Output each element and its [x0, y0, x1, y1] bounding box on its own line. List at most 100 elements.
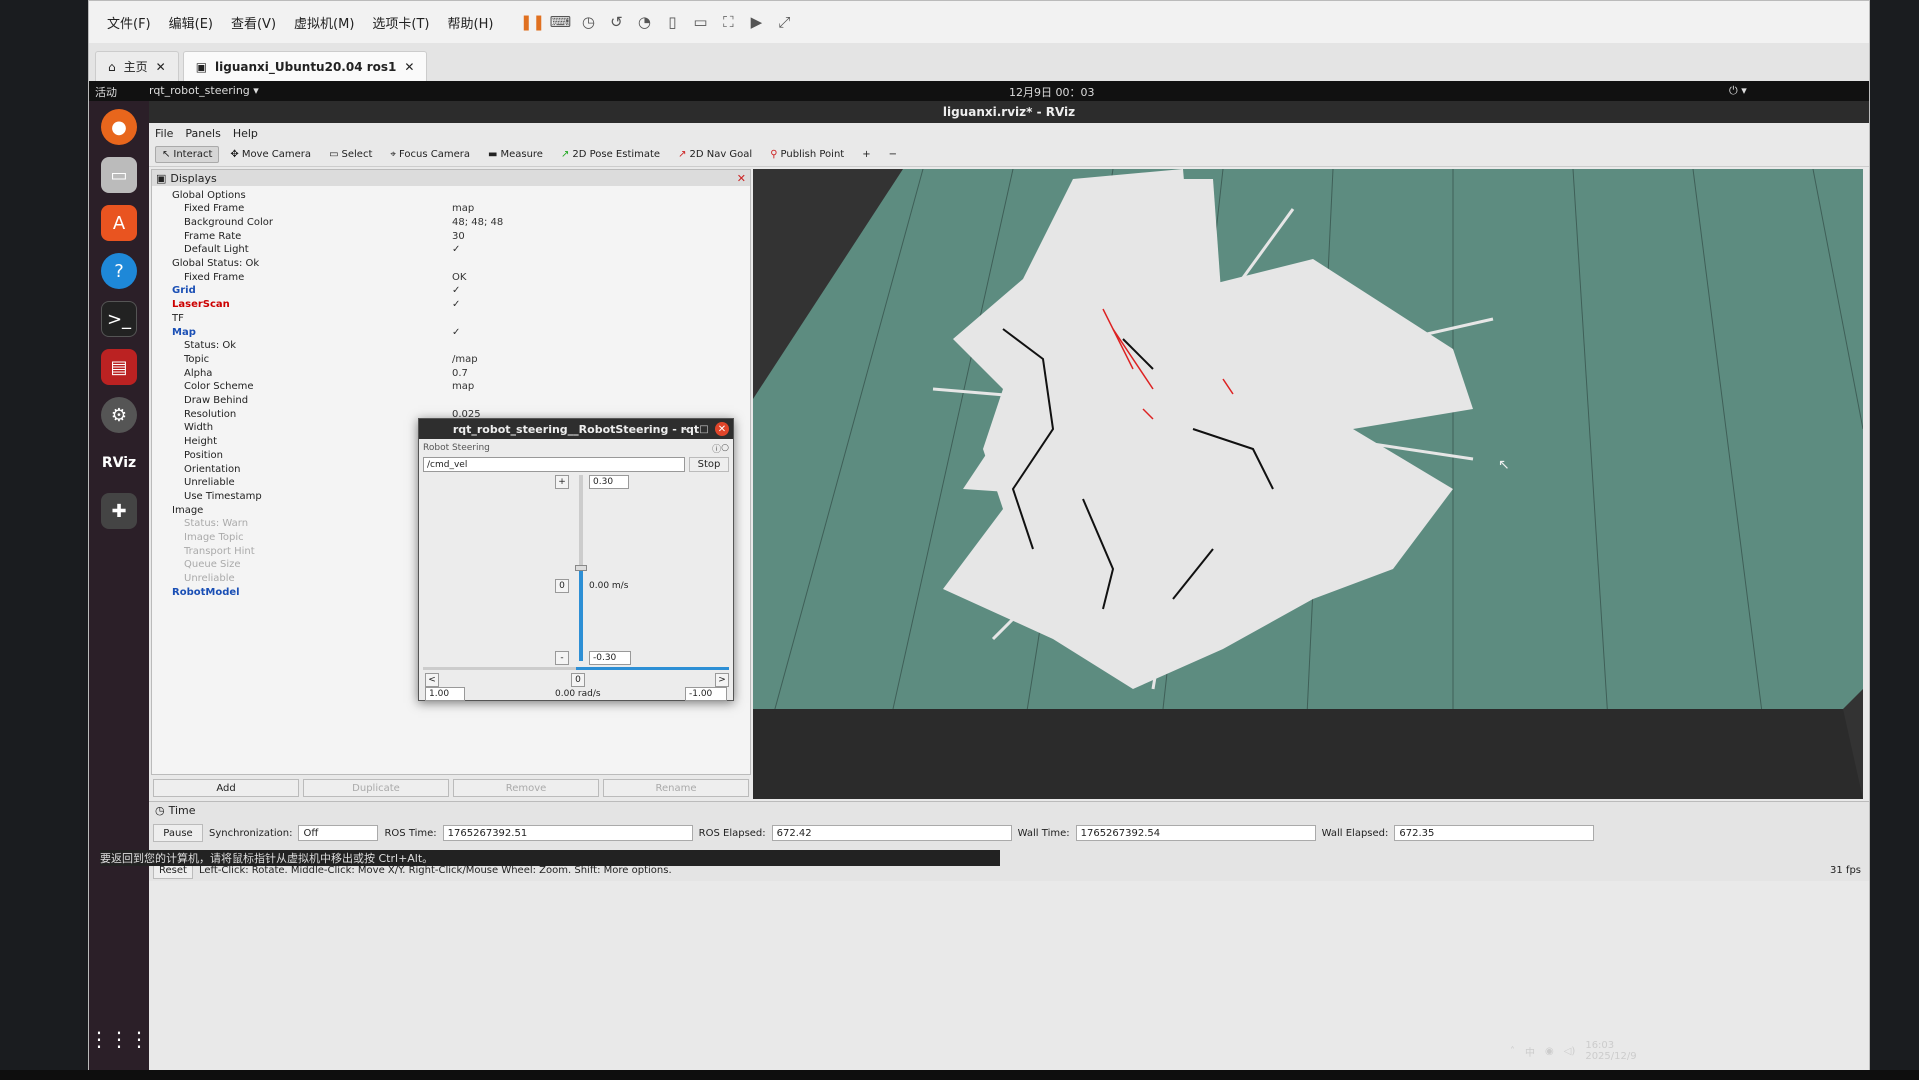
display-property-value[interactable]: ✓	[452, 285, 460, 296]
display-tree-row[interactable]: Background Color 48; 48; 48	[152, 215, 750, 229]
display-tree-row[interactable]: Default Light ✓	[152, 243, 750, 257]
display-tree-row[interactable]: LaserScan ✓	[152, 298, 750, 312]
close-icon[interactable]: ✕	[404, 60, 414, 74]
terminal-icon[interactable]: >_	[101, 301, 137, 337]
add-tool-button[interactable]: +	[855, 146, 877, 163]
tool-2d-pose-estimate[interactable]: ↗ 2D Pose Estimate	[554, 146, 667, 163]
display-tree-row[interactable]: Frame Rate 30	[152, 229, 750, 243]
vm-menu-vm[interactable]: 虚拟机(M)	[286, 11, 362, 34]
vm-menu-tabs[interactable]: 选项卡(T)	[364, 11, 437, 34]
3d-view[interactable]: ↖	[753, 169, 1863, 799]
software-icon[interactable]: A	[101, 205, 137, 241]
fullscreen-icon[interactable]: ⛶	[715, 9, 741, 35]
zero-angular-button[interactable]: 0	[571, 673, 585, 687]
thumbnail-icon[interactable]: ▭	[687, 9, 713, 35]
tool-measure[interactable]: ▬ Measure	[481, 146, 550, 163]
vm-menu-view[interactable]: 查看(V)	[223, 11, 284, 34]
display-tree-row[interactable]: Fixed Frame OK	[152, 270, 750, 284]
network-icon[interactable]: ◉	[1545, 1046, 1554, 1057]
display-tree-row[interactable]: Alpha 0.7	[152, 366, 750, 380]
turn-left-button[interactable]: <	[425, 673, 439, 687]
min-angular-spinbox[interactable]: -1.00	[685, 687, 727, 701]
minimize-icon[interactable]: –	[679, 422, 693, 436]
decrease-linear-button[interactable]: -	[555, 651, 569, 665]
add-button[interactable]: Add	[153, 779, 299, 797]
remove-tool-button[interactable]: −	[882, 146, 904, 163]
console-icon[interactable]: ▶	[743, 9, 769, 35]
send-keys-icon[interactable]: ⌨	[547, 9, 573, 35]
maximize-icon[interactable]: □	[697, 422, 711, 436]
display-property-value[interactable]: OK	[452, 272, 466, 283]
sidebar-toggle-icon[interactable]: ▯	[659, 9, 685, 35]
display-property-value[interactable]: ✓	[452, 299, 460, 310]
tray-clock[interactable]: 16:03 2025/12/9	[1585, 1040, 1636, 1062]
show-apps-icon[interactable]: ⋮⋮⋮	[89, 1021, 149, 1057]
close-icon[interactable]: ✕	[715, 422, 729, 436]
display-tree-row[interactable]: Topic/map	[152, 352, 750, 366]
volume-icon[interactable]: ◁)	[1564, 1046, 1576, 1057]
display-tree-row[interactable]: Color Scheme map	[152, 380, 750, 394]
menu-file[interactable]: File	[155, 127, 173, 140]
monitor-icon[interactable]: ▤	[101, 349, 137, 385]
turn-right-button[interactable]: >	[715, 673, 729, 687]
zero-linear-button[interactable]: 0	[555, 579, 569, 593]
display-tree-row[interactable]: Grid ✓	[152, 284, 750, 298]
menu-help[interactable]: Help	[233, 127, 258, 140]
rqt-icon[interactable]: ✚	[101, 493, 137, 529]
close-icon[interactable]: ✕	[156, 60, 166, 74]
files-icon[interactable]: ▭	[101, 157, 137, 193]
help-icon[interactable]: ?	[101, 253, 137, 289]
clock[interactable]: 12月9日 00：03	[1009, 84, 1095, 100]
tool-publish-point[interactable]: ⚲ Publish Point	[763, 146, 851, 163]
display-tree-row[interactable]: Draw Behind	[152, 394, 750, 408]
rename-button[interactable]: Rename	[603, 779, 749, 797]
help-icon[interactable]: ⓘ	[712, 442, 721, 455]
rviz-icon[interactable]: RViz	[101, 445, 137, 481]
display-property-value[interactable]: /map	[452, 354, 478, 365]
system-menu-icon[interactable]: ⏻ ▾	[1729, 84, 1747, 98]
display-property-value[interactable]: map	[452, 203, 474, 214]
display-tree-row[interactable]: Global Status: Ok	[152, 257, 750, 271]
close-plugin-icon[interactable]: ○	[721, 443, 729, 453]
pause-icon[interactable]: ❚❚	[519, 9, 545, 35]
display-property-value[interactable]: ✓	[452, 244, 460, 255]
vm-menu-edit[interactable]: 编辑(E)	[161, 11, 221, 34]
tool-interact[interactable]: ↖ Interact	[155, 146, 220, 163]
tool-move-camera[interactable]: ✥ Move Camera	[223, 146, 318, 163]
restore-snapshot-icon[interactable]: ↺	[603, 9, 629, 35]
stretch-icon[interactable]: ⤢	[771, 9, 797, 35]
display-tree-row[interactable]: Map ✓	[152, 325, 750, 339]
display-property-value[interactable]: ✓	[452, 327, 460, 338]
firefox-icon[interactable]: ●	[101, 109, 137, 145]
duplicate-button[interactable]: Duplicate	[303, 779, 449, 797]
close-icon[interactable]: ✕	[737, 172, 746, 185]
snapshot-icon[interactable]: ◷	[575, 9, 601, 35]
ime-indicator[interactable]: 中	[1525, 1044, 1535, 1059]
sync-select[interactable]: Off	[298, 825, 379, 841]
tool-focus-camera[interactable]: ⌖ Focus Camera	[383, 146, 477, 163]
linear-slider-handle[interactable]	[575, 565, 587, 571]
menu-panels[interactable]: Panels	[185, 127, 220, 140]
display-property-value[interactable]: 0.7	[452, 368, 468, 379]
display-tree-row[interactable]: Status: Ok	[152, 339, 750, 353]
activities-button[interactable]: 活动	[95, 84, 117, 100]
display-tree-row[interactable]: Fixed Frame map	[152, 202, 750, 216]
display-property-value[interactable]: map	[452, 381, 474, 392]
stop-button[interactable]: Stop	[689, 457, 729, 472]
display-property-value[interactable]: 30	[452, 231, 465, 242]
display-property-value[interactable]: 48; 48; 48	[452, 217, 503, 228]
display-tree-row[interactable]: TF	[152, 311, 750, 325]
tool-2d-nav-goal[interactable]: ↗ 2D Nav Goal	[671, 146, 759, 163]
vm-menu-help[interactable]: 帮助(H)	[440, 11, 502, 34]
snapshot-manager-icon[interactable]: ◔	[631, 9, 657, 35]
max-linear-spinbox[interactable]: 0.30	[589, 475, 629, 489]
chevron-up-icon[interactable]: ˄	[1510, 1046, 1515, 1057]
display-tree-row[interactable]: Global Options	[152, 188, 750, 202]
vm-menu-file[interactable]: 文件(F)	[99, 11, 159, 34]
min-linear-spinbox[interactable]: -0.30	[589, 651, 631, 665]
tab-vm[interactable]: ▣ liguanxi_Ubuntu20.04 ros1 ✕	[182, 51, 428, 81]
tab-home[interactable]: ⌂ 主页 ✕	[95, 51, 179, 81]
increase-linear-button[interactable]: +	[555, 475, 569, 489]
settings-icon[interactable]: ⚙	[101, 397, 137, 433]
pause-button[interactable]: Pause	[153, 824, 203, 842]
